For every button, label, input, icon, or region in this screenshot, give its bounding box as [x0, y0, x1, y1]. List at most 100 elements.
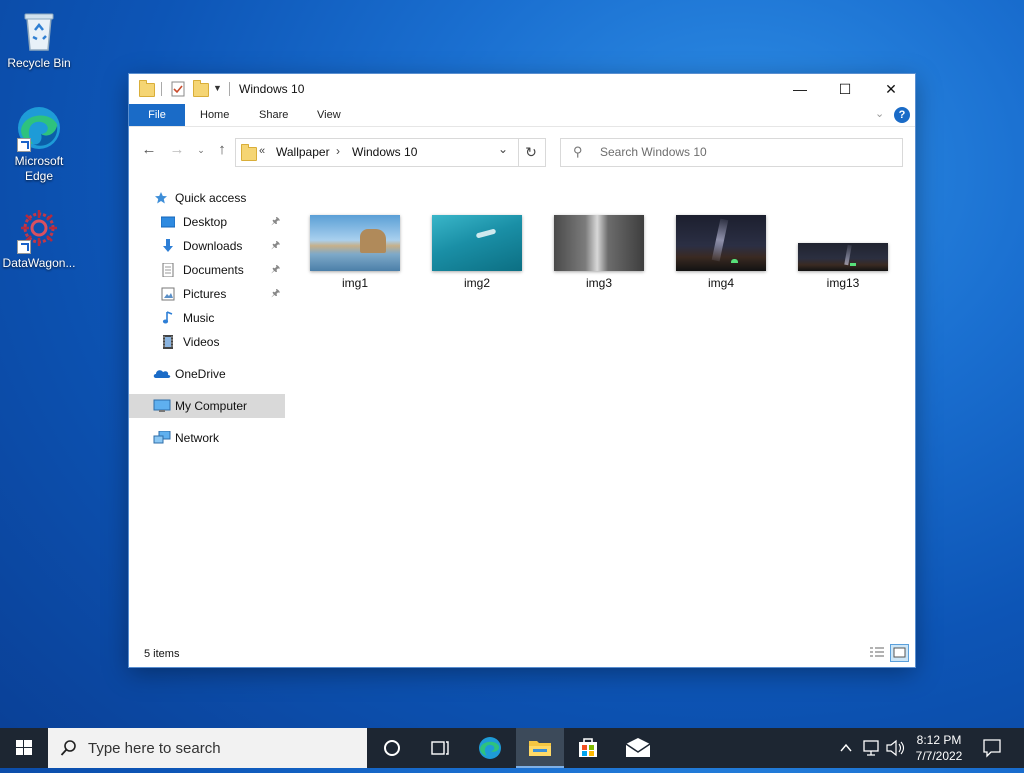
- show-hidden-icons-chevron[interactable]: [836, 728, 856, 768]
- help-icon[interactable]: ?: [894, 107, 910, 123]
- pin-icon[interactable]: 🖈: [271, 258, 280, 282]
- maximize-button[interactable]: ☐: [822, 74, 868, 104]
- address-dropdown-chevron-icon[interactable]: ⌄: [498, 142, 508, 156]
- network-wired-icon: [863, 740, 879, 756]
- nav-pictures[interactable]: Pictures 🖈: [129, 282, 285, 306]
- nav-desktop[interactable]: Desktop 🖈: [129, 210, 285, 234]
- file-explorer-icon: [529, 741, 551, 756]
- nav-downloads[interactable]: Downloads 🖈: [129, 234, 285, 258]
- search-box[interactable]: ⚲ Search Windows 10: [560, 138, 903, 167]
- cortana-icon: [384, 740, 400, 756]
- nav-label: Videos: [183, 335, 220, 349]
- desktop-icon-edge[interactable]: Microsoft Edge: [1, 104, 77, 184]
- nav-quick-access[interactable]: Quick access: [129, 186, 285, 210]
- network-tray-button[interactable]: [860, 728, 882, 768]
- quick-access-folder-icon[interactable]: [139, 80, 155, 97]
- overflow-crumb-icon[interactable]: «: [259, 145, 265, 157]
- up-arrow-icon[interactable]: ↑: [214, 142, 230, 158]
- nav-label: Downloads: [183, 239, 243, 253]
- taskbar-search-box[interactable]: Type here to search: [48, 728, 367, 768]
- tab-file[interactable]: File: [129, 104, 185, 126]
- start-button[interactable]: [0, 728, 48, 768]
- thumbnail-image: [310, 215, 400, 271]
- taskbar-file-explorer-button[interactable]: [516, 728, 564, 768]
- file-name: img1: [341, 276, 368, 290]
- pin-icon[interactable]: 🖈: [271, 210, 280, 234]
- large-icons-view-icon[interactable]: [890, 644, 909, 662]
- cortana-button[interactable]: [368, 728, 416, 768]
- breadcrumb-current[interactable]: Windows 10: [352, 145, 417, 159]
- star-icon: [155, 192, 167, 204]
- datawagon-label: DataWagon...: [2, 256, 76, 270]
- nav-label: OneDrive: [175, 367, 226, 381]
- datawagon-icon: [15, 206, 63, 254]
- nav-label: Desktop: [183, 215, 228, 229]
- nav-onedrive[interactable]: OneDrive: [129, 362, 285, 386]
- nav-label: Network: [175, 431, 220, 445]
- nav-label: Music: [183, 311, 215, 325]
- address-bar[interactable]: « Wallpaper › Windows 10 ⌄: [235, 138, 519, 167]
- tab-home[interactable]: Home: [200, 104, 229, 126]
- tab-share[interactable]: Share: [259, 104, 288, 126]
- task-view-icon: [431, 741, 449, 755]
- nav-music[interactable]: Music: [129, 306, 285, 330]
- file-name: img3: [585, 276, 612, 290]
- pin-icon[interactable]: 🖈: [271, 234, 280, 258]
- nav-label: Pictures: [183, 287, 227, 301]
- desktop-icon-datawagon[interactable]: DataWagon...: [1, 206, 77, 271]
- mail-icon: [625, 738, 651, 757]
- file-item-img3[interactable]: img3: [553, 215, 645, 295]
- file-explorer-window: ▼ Windows 10 — ☐ ✕ File Home Share View …: [129, 74, 915, 667]
- new-folder-icon[interactable]: [193, 80, 209, 97]
- edge-label-line2: Edge: [24, 169, 54, 183]
- taskbar-edge-button[interactable]: [466, 728, 514, 768]
- back-arrow-icon[interactable]: ←: [141, 142, 157, 158]
- computer-icon: [153, 399, 171, 412]
- pin-icon[interactable]: 🖈: [271, 282, 280, 306]
- recycle-bin-icon: [15, 6, 63, 54]
- file-item-img2[interactable]: img2: [431, 215, 523, 295]
- file-name: img13: [826, 276, 860, 290]
- tab-view[interactable]: View: [317, 104, 341, 126]
- nav-label: My Computer: [175, 399, 248, 413]
- item-count: 5 items: [144, 648, 180, 660]
- file-name: img4: [707, 276, 734, 290]
- properties-check-icon[interactable]: [171, 81, 185, 97]
- thumbnail-image: [798, 243, 888, 271]
- desktop-icon-recycle-bin[interactable]: Recycle Bin: [1, 6, 77, 71]
- minimize-button[interactable]: —: [777, 74, 823, 104]
- file-item-img4[interactable]: img4: [675, 215, 767, 295]
- title-bar[interactable]: ▼ Windows 10 — ☐ ✕: [129, 74, 915, 104]
- music-icon: [162, 311, 173, 324]
- task-view-button[interactable]: [416, 728, 464, 768]
- recent-locations-chevron-icon[interactable]: ⌄: [193, 142, 209, 158]
- nav-label: Quick access: [175, 191, 247, 205]
- taskbar-store-button[interactable]: [564, 728, 612, 768]
- search-placeholder: Search Windows 10: [600, 145, 707, 159]
- nav-videos[interactable]: Videos: [129, 330, 285, 354]
- clock-time: 8:12 PM: [916, 733, 962, 747]
- action-center-button[interactable]: [978, 728, 1006, 768]
- search-icon: [60, 740, 76, 756]
- volume-tray-button[interactable]: [884, 728, 906, 768]
- file-item-img13[interactable]: img13: [797, 215, 889, 295]
- customize-quick-access-icon[interactable]: ▼: [213, 83, 222, 99]
- shortcut-arrow-icon: [17, 240, 31, 254]
- refresh-button[interactable]: ↻: [517, 138, 546, 167]
- recycle-bin-label: Recycle Bin: [7, 56, 71, 70]
- nav-documents[interactable]: Documents 🖈: [129, 258, 285, 282]
- nav-network[interactable]: Network: [129, 426, 285, 450]
- status-bar: 5 items: [129, 641, 915, 667]
- clock[interactable]: 8:12 PM 7/7/2022: [906, 728, 972, 768]
- nav-my-computer[interactable]: My Computer: [129, 394, 285, 418]
- shortcut-arrow-icon: [17, 138, 31, 152]
- details-view-icon[interactable]: [868, 645, 886, 661]
- close-button[interactable]: ✕: [868, 74, 914, 104]
- taskbar-mail-button[interactable]: [614, 728, 662, 768]
- downloads-icon: [163, 239, 173, 252]
- thumbnail-image: [554, 215, 644, 271]
- expand-ribbon-chevron-icon[interactable]: ⌄: [875, 107, 884, 120]
- breadcrumb-wallpaper[interactable]: Wallpaper: [276, 145, 330, 159]
- forward-arrow-icon[interactable]: →: [169, 142, 185, 158]
- file-item-img1[interactable]: img1: [309, 215, 401, 295]
